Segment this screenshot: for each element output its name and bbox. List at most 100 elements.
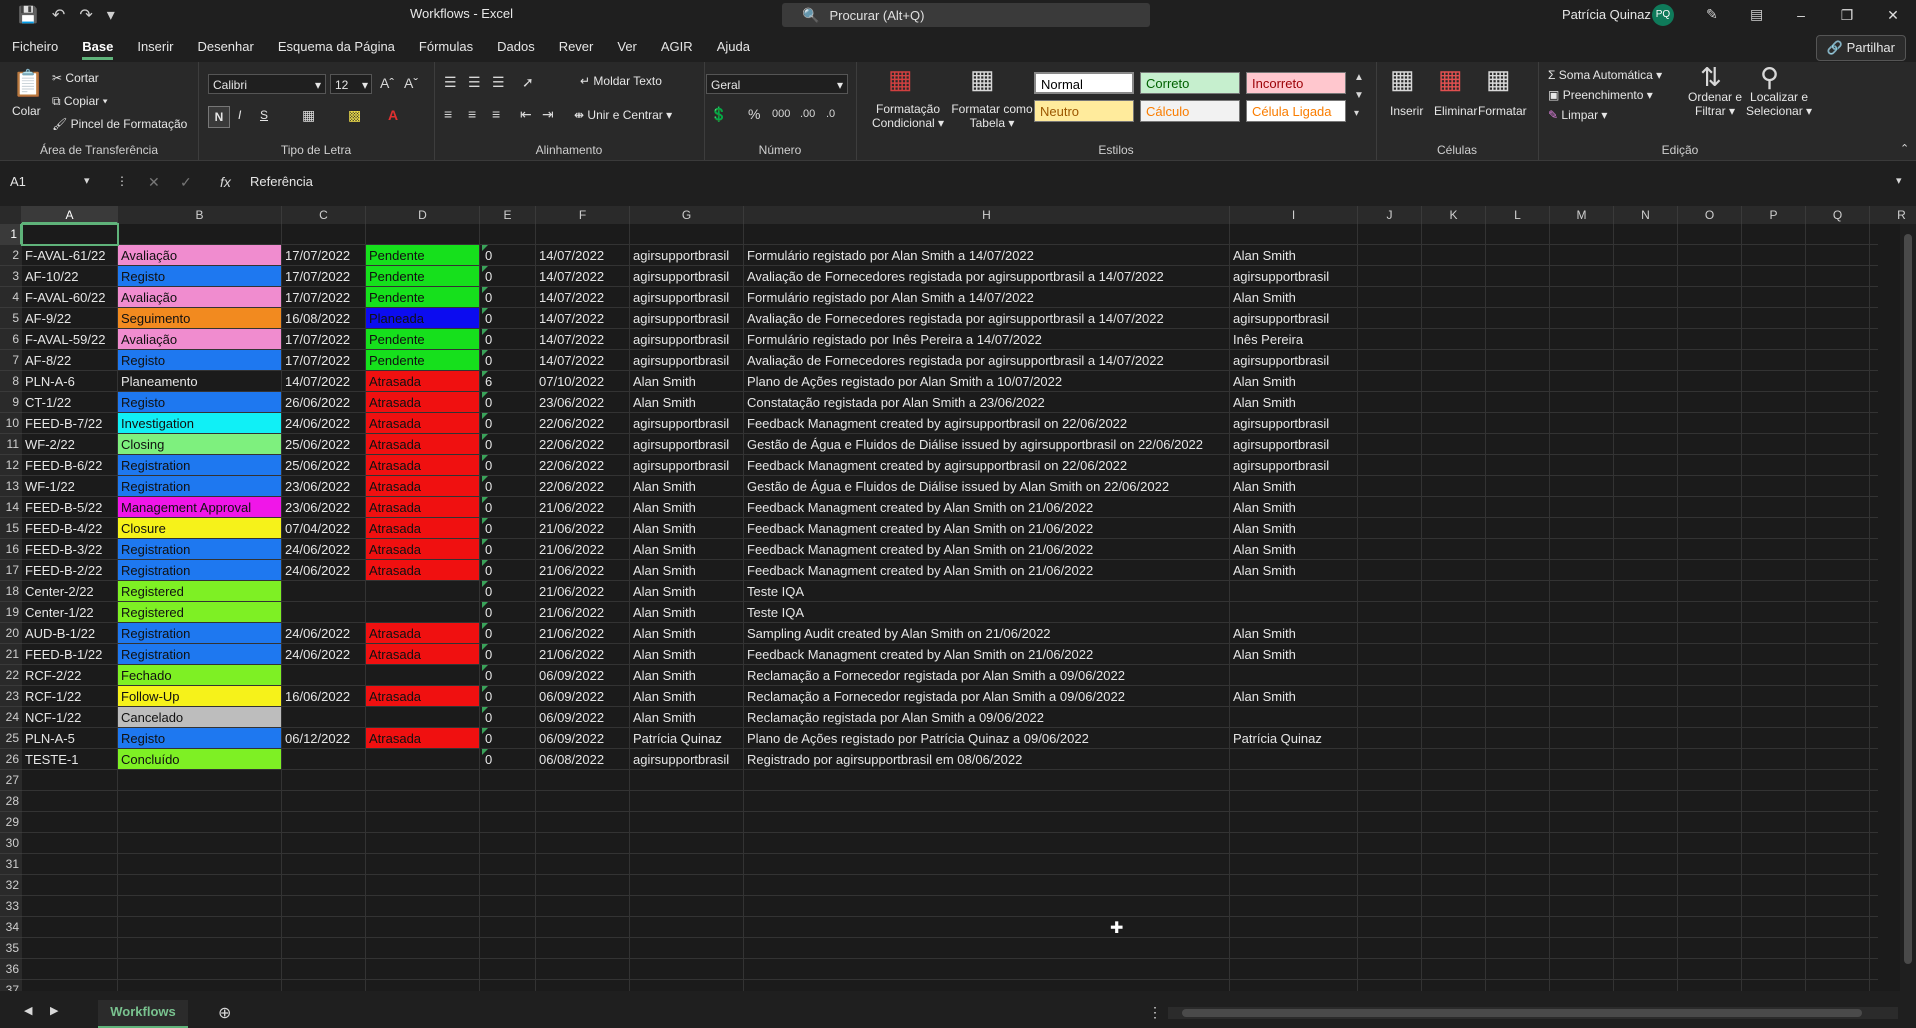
cell-prox-interveniente[interactable]: Alan Smith [1230,644,1358,665]
sheet-tab-workflows[interactable]: Workflows [98,1000,188,1028]
cell-prazo[interactable] [282,581,366,602]
row-header[interactable]: 10 [0,413,22,434]
cell-estado-tarefa[interactable]: Pendente [366,329,480,350]
cell-estado-tarefa[interactable] [366,665,480,686]
cell-referencia[interactable]: FEED-B-7/22 [22,413,118,434]
cell-estado[interactable]: Planeamento [118,371,282,392]
cell-accoes[interactable]: 0 [480,728,536,749]
cell-prazo[interactable] [282,749,366,770]
wrap-text-button[interactable]: ↵ Moldar Texto [580,74,662,88]
cell-accoes[interactable]: 0 [480,266,536,287]
row-header[interactable]: 13 [0,476,22,497]
cell-titulo[interactable]: Feedback Managment created by agirsuppor… [744,455,1230,476]
cell-emissor[interactable]: agirsupportbrasil [630,434,744,455]
cell-estado-tarefa[interactable]: Atrasada [366,644,480,665]
row-header[interactable]: 16 [0,539,22,560]
collapse-ribbon-icon[interactable]: ⌃ [1900,142,1909,155]
cell-emissor[interactable]: Alan Smith [630,581,744,602]
row-header[interactable]: 24 [0,707,22,728]
cell-accoes[interactable]: 0 [480,329,536,350]
cell-titulo[interactable]: Feedback Managment created by Alan Smith… [744,560,1230,581]
cell-accoes[interactable]: 0 [480,245,536,266]
row-header[interactable]: 19 [0,602,22,623]
cell-data-emissao[interactable]: 14/07/2022 [536,266,630,287]
style-calculation[interactable]: Cálculo [1140,100,1240,122]
styles-scroll-down-icon[interactable]: ▼ [1354,90,1364,101]
cell-estado[interactable]: Registration [118,476,282,497]
undo-icon[interactable]: ↶ [52,5,65,25]
conditional-format-button[interactable]: Formatação Condicional ▾ [866,102,950,130]
row-header[interactable]: 31 [0,854,22,875]
align-center-icon[interactable]: ≡ [468,106,476,122]
ribbon-display-icon[interactable]: ▤ [1750,6,1763,23]
cell-titulo[interactable]: Plano de Ações registado por Alan Smith … [744,371,1230,392]
cell-prox-interveniente[interactable]: agirsupportbrasil [1230,413,1358,434]
cell-accoes[interactable]: 0 [480,686,536,707]
cell-titulo[interactable]: Feedback Managment created by Alan Smith… [744,497,1230,518]
row-header[interactable]: 14 [0,497,22,518]
cell-estado[interactable]: Registration [118,623,282,644]
row-header[interactable]: 5 [0,308,22,329]
cell-data-emissao[interactable]: 14/07/2022 [536,245,630,266]
cell-prazo[interactable]: 17/07/2022 [282,266,366,287]
cell-titulo[interactable]: Registrado por agirsupportbrasil em 08/0… [744,749,1230,770]
cell-titulo[interactable]: Reclamação a Fornecedor registada por Al… [744,665,1230,686]
cell-estado-tarefa[interactable]: Atrasada [366,434,480,455]
insert-cells-button[interactable]: Inserir [1390,104,1423,118]
cell-prox-interveniente[interactable]: agirsupportbrasil [1230,308,1358,329]
close-icon[interactable]: ✕ [1870,0,1916,30]
cell-accoes[interactable]: 0 [480,602,536,623]
cell-estado[interactable]: Registration [118,455,282,476]
cell-estado-tarefa[interactable]: Pendente [366,266,480,287]
cell-prox-interveniente[interactable]: Alan Smith [1230,476,1358,497]
cell-prox-interveniente[interactable]: agirsupportbrasil [1230,350,1358,371]
cell-accoes[interactable]: 0 [480,287,536,308]
cell-estado[interactable]: Avaliação [118,245,282,266]
cell-titulo[interactable]: Gestão de Água e Fluidos de Diálise issu… [744,476,1230,497]
cell-titulo[interactable]: Feedback Managment created by Alan Smith… [744,539,1230,560]
underline-button[interactable]: S [260,108,268,122]
column-header-i[interactable]: I [1230,206,1358,224]
cell-emissor[interactable]: Alan Smith [630,560,744,581]
cell-emissor[interactable]: Alan Smith [630,476,744,497]
column-header-n[interactable]: N [1614,206,1678,224]
cell-prox-interveniente[interactable]: Alan Smith [1230,686,1358,707]
cell-prox-interveniente[interactable]: agirsupportbrasil [1230,266,1358,287]
cell-titulo[interactable]: Feedback Managment created by Alan Smith… [744,644,1230,665]
row-header[interactable]: 3 [0,266,22,287]
cell-emissor[interactable]: Alan Smith [630,623,744,644]
cell-titulo[interactable]: Feedback Managment created by agirsuppor… [744,413,1230,434]
cell-emissor[interactable]: Alan Smith [630,371,744,392]
cell-data-emissao[interactable]: 07/10/2022 [536,371,630,392]
header-cell[interactable] [1230,224,1358,245]
tab-draw[interactable]: Desenhar [185,34,265,60]
cell-estado[interactable]: Avaliação [118,329,282,350]
cell-estado[interactable]: Investigation [118,413,282,434]
cell-referencia[interactable]: PLN-A-5 [22,728,118,749]
row-header[interactable]: 35 [0,938,22,959]
column-header-j[interactable]: J [1358,206,1422,224]
cell-estado[interactable]: Closing [118,434,282,455]
cell-estado-tarefa[interactable]: Atrasada [366,728,480,749]
header-cell[interactable] [118,224,282,245]
cell-prox-interveniente[interactable]: Alan Smith [1230,518,1358,539]
row-header[interactable]: 15 [0,518,22,539]
cell-accoes[interactable]: 0 [480,497,536,518]
copy-button[interactable]: ⧉ Copiar ▾ [52,94,108,109]
cell-estado-tarefa[interactable]: Atrasada [366,413,480,434]
align-middle-icon[interactable]: ☰ [468,74,481,91]
tab-view[interactable]: Ver [605,34,649,60]
cell-referencia[interactable]: NCF-1/22 [22,707,118,728]
fill-color-icon[interactable]: ▩ [348,107,361,124]
column-header-k[interactable]: K [1422,206,1486,224]
cell-accoes[interactable]: 0 [480,749,536,770]
cell-prazo[interactable]: 23/06/2022 [282,497,366,518]
cell-titulo[interactable]: Avaliação de Fornecedores registada por … [744,266,1230,287]
cell-titulo[interactable]: Formulário registado por Alan Smith a 14… [744,287,1230,308]
cell-data-emissao[interactable]: 14/07/2022 [536,287,630,308]
column-header-d[interactable]: D [366,206,480,224]
row-header[interactable]: 32 [0,875,22,896]
italic-button[interactable]: I [238,108,241,122]
cell-estado-tarefa[interactable]: Atrasada [366,560,480,581]
row-header[interactable]: 22 [0,665,22,686]
